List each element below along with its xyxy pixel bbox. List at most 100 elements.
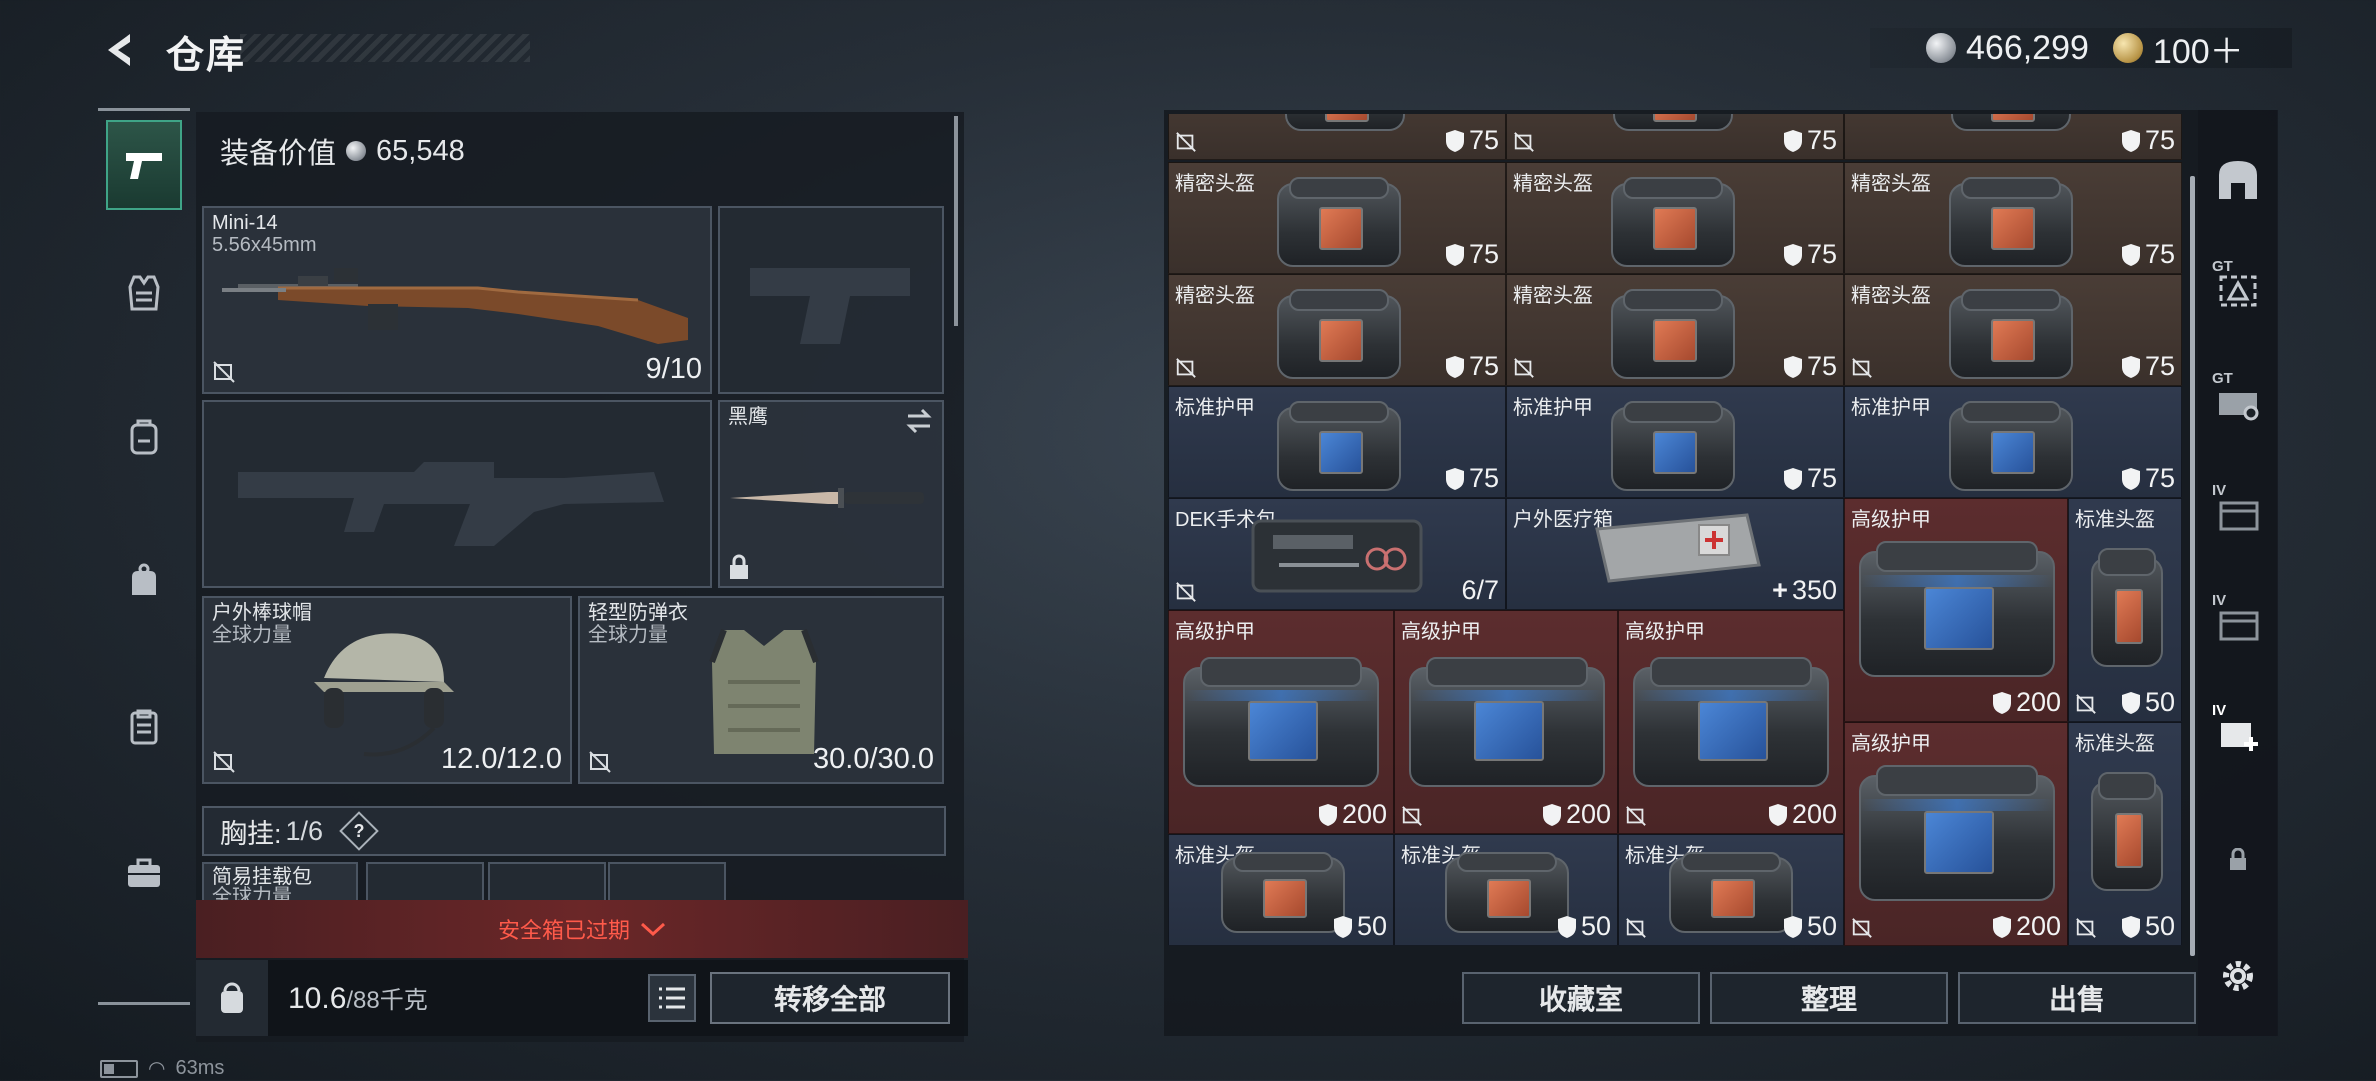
storage-item[interactable]: 精密头盔 75 — [1506, 274, 1844, 386]
storage-item[interactable]: 75 — [1506, 114, 1844, 160]
safe-box-expired-banner[interactable]: 安全箱已过期 — [196, 900, 968, 958]
shield-icon — [1333, 915, 1352, 938]
item-uses: 6/7 — [1461, 575, 1499, 605]
item-value: 200 — [1768, 799, 1837, 830]
item-value: +350 — [1772, 575, 1837, 605]
sidearm-slot[interactable] — [718, 206, 944, 394]
back-arrow-icon — [108, 34, 130, 66]
chevron-down-icon — [640, 922, 666, 937]
storage-item[interactable]: 高级护甲 200 — [1168, 610, 1394, 834]
storage-item[interactable]: 高级护甲 200 — [1394, 610, 1618, 834]
item-value: 75 — [2121, 239, 2175, 270]
rig-empty-slot[interactable] — [488, 862, 606, 902]
nav-clipboard[interactable] — [106, 682, 182, 772]
storage-item[interactable]: 精密头盔 75 — [1844, 162, 2182, 274]
tab-equipment[interactable]: GT — [2212, 370, 2264, 424]
item-name: 精密头盔 — [1513, 173, 1593, 195]
collection-room-button[interactable]: 收藏室 — [1462, 972, 1700, 1024]
no-insurance-icon — [1852, 358, 1872, 378]
rig-item-name: 简易挂载包 — [212, 866, 312, 888]
tab-iv-2[interactable]: IV — [2212, 592, 2264, 646]
list-view-button[interactable] — [648, 974, 696, 1022]
rig-empty-slot[interactable] — [608, 862, 726, 902]
help-button[interactable]: ? — [339, 811, 379, 851]
medical-kit-image — [1595, 513, 1761, 583]
back-button[interactable] — [98, 28, 142, 72]
melee-slot[interactable]: 黑鹰 — [718, 400, 944, 588]
nav-briefcase[interactable] — [106, 828, 182, 918]
armor-bag-image — [1949, 401, 2073, 491]
tab-add-storage[interactable]: IV — [2212, 702, 2264, 756]
storage-item[interactable]: 标准头盔 50 — [1394, 834, 1618, 946]
rig-item-slot[interactable]: 简易挂载包 全球力量 — [202, 862, 358, 902]
nav-armor[interactable] — [106, 248, 182, 338]
helmet-bag-image — [1613, 114, 1733, 131]
gold-coin-icon — [2112, 33, 2143, 63]
settings-button[interactable] — [2212, 950, 2264, 1002]
gold-balance[interactable]: 100＋ — [2153, 24, 2244, 73]
lock-icon — [730, 554, 748, 579]
transfer-all-button[interactable]: 转移全部 — [710, 972, 950, 1024]
armor-faction: 全球力量 — [588, 624, 668, 646]
storage-item[interactable]: 精密头盔 75 — [1168, 274, 1506, 386]
storage-scrollbar[interactable] — [2190, 176, 2195, 956]
storage-item[interactable]: 标准护甲 75 — [1168, 386, 1506, 498]
safe-box-status: 安全箱已过期 — [497, 918, 630, 943]
lock-icon — [2230, 848, 2246, 870]
helmet-bag-image — [2091, 548, 2163, 667]
secondary-weapon-slot[interactable] — [202, 400, 712, 588]
pistol-silhouette-icon — [750, 268, 910, 344]
nav-backpack[interactable] — [106, 392, 182, 482]
storage-item[interactable]: 高级护甲 200 — [1844, 498, 2068, 722]
storage-item[interactable]: DEK手术包 6/7 — [1168, 498, 1506, 610]
sell-button[interactable]: 出售 — [1958, 972, 2196, 1024]
shield-icon — [1557, 915, 1576, 938]
swap-icon[interactable] — [904, 408, 934, 434]
shield-icon — [1783, 243, 1802, 266]
shield-icon — [1445, 243, 1464, 266]
rig-empty-slot[interactable] — [366, 862, 484, 902]
backpack-icon — [130, 419, 158, 455]
armor-slot[interactable]: 轻型防弹衣 全球力量 30.0/30.0 — [578, 596, 944, 784]
storage-item[interactable]: 精密头盔 75 — [1844, 274, 2182, 386]
help-text: ? — [353, 820, 365, 841]
storage-item[interactable]: 75 — [1844, 114, 2182, 160]
storage-item[interactable]: 标准护甲 75 — [1844, 386, 2182, 498]
item-value: 200 — [1542, 799, 1611, 830]
storage-item[interactable]: 精密头盔 75 — [1506, 162, 1844, 274]
tab-label: IV — [2212, 702, 2227, 719]
tab-label: IV — [2212, 592, 2227, 609]
helmet-slot[interactable]: 户外棒球帽 全球力量 12.0/12.0 — [202, 596, 572, 784]
storage-item[interactable]: 75 — [1168, 114, 1506, 160]
equipment-value-label: 装备价值 — [220, 138, 337, 170]
chest-rig-count: 1/6 — [285, 815, 324, 846]
item-value: 75 — [1783, 351, 1837, 382]
organize-button[interactable]: 整理 — [1710, 972, 1948, 1024]
shield-icon — [1445, 467, 1464, 490]
storage-item[interactable]: 标准头盔 50 — [2068, 722, 2182, 946]
left-nav — [98, 108, 190, 1008]
nav-weapons[interactable] — [106, 120, 182, 210]
nav-bag[interactable] — [106, 536, 182, 626]
tab-weapons[interactable]: GT — [2212, 258, 2264, 312]
storage-item[interactable]: 标准头盔 50 — [1618, 834, 1844, 946]
chest-rig-label: 胸挂: — [220, 818, 282, 849]
helmet-bag-image — [1949, 177, 2073, 267]
tab-all[interactable] — [2212, 154, 2264, 206]
equipment-scrollbar[interactable] — [954, 116, 958, 326]
storage-item[interactable]: 户外医疗箱 +350 — [1506, 498, 1844, 610]
tab-locked[interactable] — [2212, 834, 2264, 886]
storage-tabs: GT GT IV IV IV — [2198, 110, 2278, 1036]
storage-item[interactable]: 标准头盔 50 — [2068, 498, 2182, 722]
storage-item[interactable]: 高级护甲 200 — [1618, 610, 1844, 834]
storage-item[interactable]: 高级护甲 200 — [1844, 722, 2068, 946]
storage-item[interactable]: 标准头盔 50 — [1168, 834, 1394, 946]
item-value: 50 — [1333, 911, 1387, 942]
no-insurance-icon — [1176, 358, 1196, 378]
tab-iv-1[interactable]: IV — [2212, 482, 2264, 536]
primary-weapon-slot[interactable]: Mini-14 5.56x45mm 9/10 — [202, 206, 712, 394]
item-name: 高级护甲 — [1851, 733, 1931, 755]
storage-item[interactable]: 标准护甲 75 — [1506, 386, 1844, 498]
armor-name: 轻型防弹衣 — [588, 602, 688, 624]
storage-item[interactable]: 精密头盔 75 — [1168, 162, 1506, 274]
